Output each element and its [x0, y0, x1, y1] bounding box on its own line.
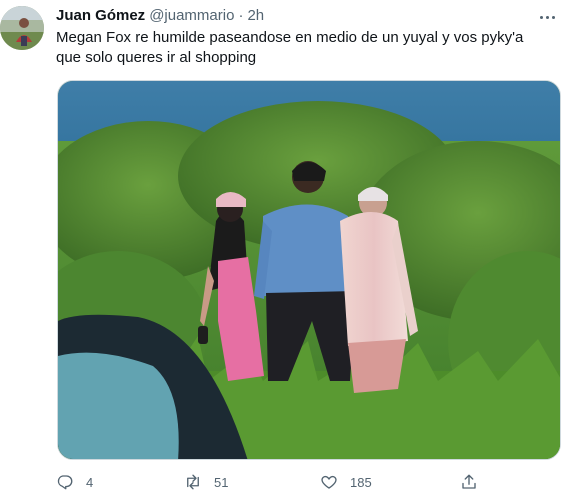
timestamp[interactable]: 2h	[247, 7, 264, 24]
avatar[interactable]	[0, 6, 44, 50]
tweet-header: Juan Gómez @juammario · 2h	[56, 7, 264, 27]
author-name[interactable]: Juan Gómez	[56, 7, 145, 24]
retweet-button[interactable]: 51	[184, 470, 228, 494]
heart-icon	[320, 473, 338, 491]
tweet[interactable]: Juan Gómez @juammario · 2h Megan Fox re …	[0, 0, 570, 501]
reply-count: 4	[86, 474, 94, 490]
share-button[interactable]	[460, 470, 478, 494]
separator-dot: ·	[238, 7, 244, 24]
reply-button[interactable]: 4	[56, 470, 93, 494]
share-icon	[460, 473, 478, 491]
retweet-count: 51	[214, 474, 229, 490]
like-count: 185	[350, 474, 372, 490]
like-button[interactable]: 185	[320, 470, 372, 494]
more-icon[interactable]	[536, 6, 558, 28]
tweet-photo[interactable]	[57, 80, 561, 460]
retweet-icon	[184, 473, 202, 491]
tweet-actions: 4 51 185	[50, 470, 520, 494]
reply-icon	[56, 473, 74, 491]
author-handle[interactable]: @juammario	[149, 7, 234, 24]
tweet-text: Megan Fox re humilde paseandose en medio…	[56, 29, 528, 66]
